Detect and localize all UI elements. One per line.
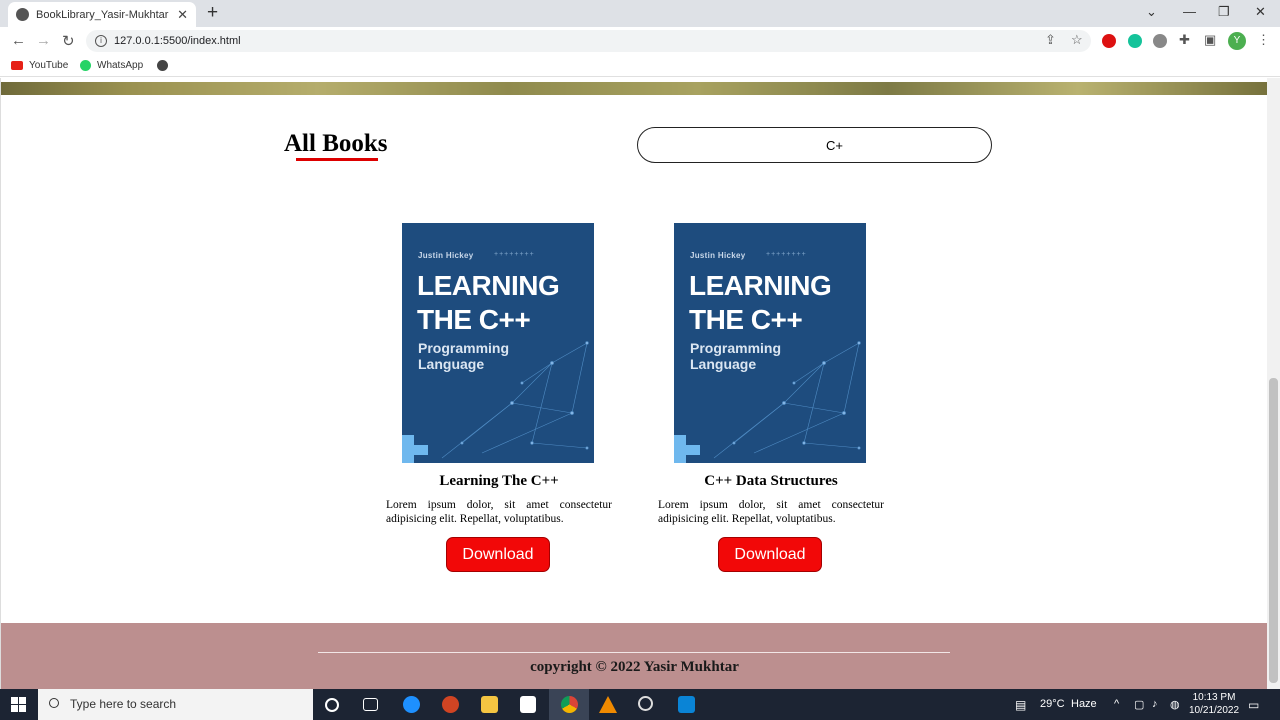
hero-image-strip	[1, 82, 1267, 95]
bookmark-globe[interactable]	[157, 60, 174, 71]
page-viewport: All Books Justin Hickey ++++++++ LEARNIN…	[0, 78, 1267, 689]
bookmarks-bar: YouTube WhatsApp	[0, 55, 1280, 77]
share-icon[interactable]: ⇪	[1045, 32, 1056, 48]
minimize-button[interactable]: —	[1183, 4, 1196, 19]
clock-time: 10:13 PM	[1192, 692, 1236, 703]
page-footer: copyright © 2022 Yasir Mukhtar	[1, 623, 1267, 689]
url-text: 127.0.0.1:5500/index.html	[114, 35, 241, 47]
extensions-puzzle-icon[interactable]: ✚	[1179, 32, 1190, 48]
weather-condition[interactable]: Haze	[1071, 698, 1097, 710]
footer-copyright: copyright © 2022 Yasir Mukhtar	[530, 659, 739, 675]
cover-corner-mark	[402, 435, 428, 463]
tab-search-icon[interactable]: ⌄	[1146, 4, 1157, 20]
notifications-icon[interactable]: ▭	[1248, 698, 1259, 712]
clock-date: 10/21/2022	[1189, 705, 1240, 716]
chrome-icon[interactable]	[561, 696, 578, 713]
system-clock[interactable]: 10:13 PM 10/21/2022	[1189, 691, 1239, 717]
scrollbar-thumb[interactable]	[1269, 378, 1278, 683]
address-bar[interactable]: i 127.0.0.1:5500/index.html	[86, 30, 1091, 52]
globe-icon	[16, 8, 29, 21]
book-title: C++ Data Structures	[704, 473, 838, 489]
bookmark-whatsapp[interactable]: WhatsApp	[80, 60, 143, 71]
book-cover: Justin Hickey ++++++++ LEARNING THE C++ …	[402, 223, 594, 463]
meet-now-icon[interactable]: ▢	[1134, 698, 1144, 711]
taskbar-search-box[interactable]: Type here to search	[38, 689, 313, 720]
file-explorer-icon[interactable]	[481, 696, 498, 713]
volume-icon[interactable]: ♪	[1152, 698, 1158, 710]
vlc-icon[interactable]	[599, 696, 617, 713]
cover-title-line: LEARNING	[417, 270, 560, 301]
extension-grammarly-icon[interactable]	[1128, 34, 1142, 48]
bookmark-youtube[interactable]: YouTube	[11, 60, 68, 71]
book-title: Learning The C++	[439, 473, 559, 489]
store-icon[interactable]	[520, 696, 536, 713]
restore-button[interactable]: ❐	[1218, 4, 1230, 20]
download-button[interactable]: Download	[446, 537, 550, 572]
book-description: Lorem ipsum dolor, sit amet consectetur …	[658, 499, 884, 525]
whatsapp-icon	[80, 60, 91, 71]
obs-icon[interactable]	[638, 696, 653, 711]
tab-title: BookLibrary_Yasir-Mukhtar	[36, 8, 169, 21]
bookmark-label: WhatsApp	[97, 60, 144, 71]
side-panel-icon[interactable]: ▣	[1204, 32, 1216, 48]
extension-icon[interactable]	[1153, 34, 1167, 48]
weather-temp[interactable]: 29°C	[1040, 698, 1065, 710]
taskbar-search-placeholder: Type here to search	[70, 697, 177, 711]
cortana-icon[interactable]	[325, 698, 339, 712]
search-input[interactable]	[637, 127, 992, 163]
footer-divider	[318, 652, 950, 653]
close-window-button[interactable]: ✕	[1255, 4, 1266, 20]
cover-title-line: LEARNING	[689, 270, 832, 301]
browser-tab-strip: BookLibrary_Yasir-Mukhtar ✕ + ⌄ — ❐ ✕	[0, 0, 1280, 27]
network-graphic	[713, 341, 861, 459]
network-globe-icon[interactable]: ◍	[1170, 698, 1180, 711]
network-graphic	[441, 341, 589, 459]
cover-decoration: ++++++++	[766, 251, 807, 258]
bookmark-label: YouTube	[29, 60, 69, 71]
book-cover: Justin Hickey ++++++++ LEARNING THE C++ …	[674, 223, 866, 463]
chrome-menu-icon[interactable]: ⋮	[1257, 32, 1270, 48]
cover-author: Justin Hickey	[690, 251, 746, 260]
cover-author: Justin Hickey	[418, 251, 474, 260]
weather-icon[interactable]: ▤	[1015, 698, 1026, 712]
youtube-icon	[11, 61, 23, 70]
cover-corner-mark	[674, 435, 700, 463]
extension-adblock-icon[interactable]	[1102, 34, 1116, 48]
task-view-icon[interactable]	[363, 698, 378, 711]
browser-tab[interactable]: BookLibrary_Yasir-Mukhtar ✕	[8, 2, 196, 27]
vscode-icon[interactable]	[678, 696, 695, 713]
close-tab-icon[interactable]: ✕	[177, 7, 188, 23]
back-icon[interactable]: ←	[11, 32, 26, 49]
title-underline	[296, 158, 378, 161]
windows-start-icon[interactable]	[11, 697, 26, 712]
search-icon	[49, 698, 59, 708]
page-scrollbar[interactable]	[1267, 78, 1280, 689]
section-title: All Books	[284, 130, 388, 157]
powerpoint-icon[interactable]	[442, 696, 459, 713]
site-info-icon[interactable]: i	[95, 35, 107, 47]
profile-avatar[interactable]: Y	[1228, 32, 1246, 50]
browser-toolbar: ← → ↻ i 127.0.0.1:5500/index.html ⇪ ☆ ✚ …	[0, 27, 1280, 55]
cover-decoration: ++++++++	[494, 251, 535, 258]
chevron-up-icon[interactable]: ^	[1114, 698, 1119, 710]
globe-icon	[157, 60, 168, 71]
windows-taskbar: Type here to search ▤ 29°C Haze ^ ▢ ♪ ◍ …	[0, 689, 1280, 720]
book-description: Lorem ipsum dolor, sit amet consectetur …	[386, 499, 612, 525]
download-button[interactable]: Download	[718, 537, 822, 572]
new-tab-button[interactable]: +	[207, 3, 218, 23]
forward-icon[interactable]: →	[36, 32, 51, 49]
bookmark-star-icon[interactable]: ☆	[1071, 32, 1083, 48]
reload-icon[interactable]: ↻	[62, 32, 75, 50]
edge-icon[interactable]	[403, 696, 420, 713]
